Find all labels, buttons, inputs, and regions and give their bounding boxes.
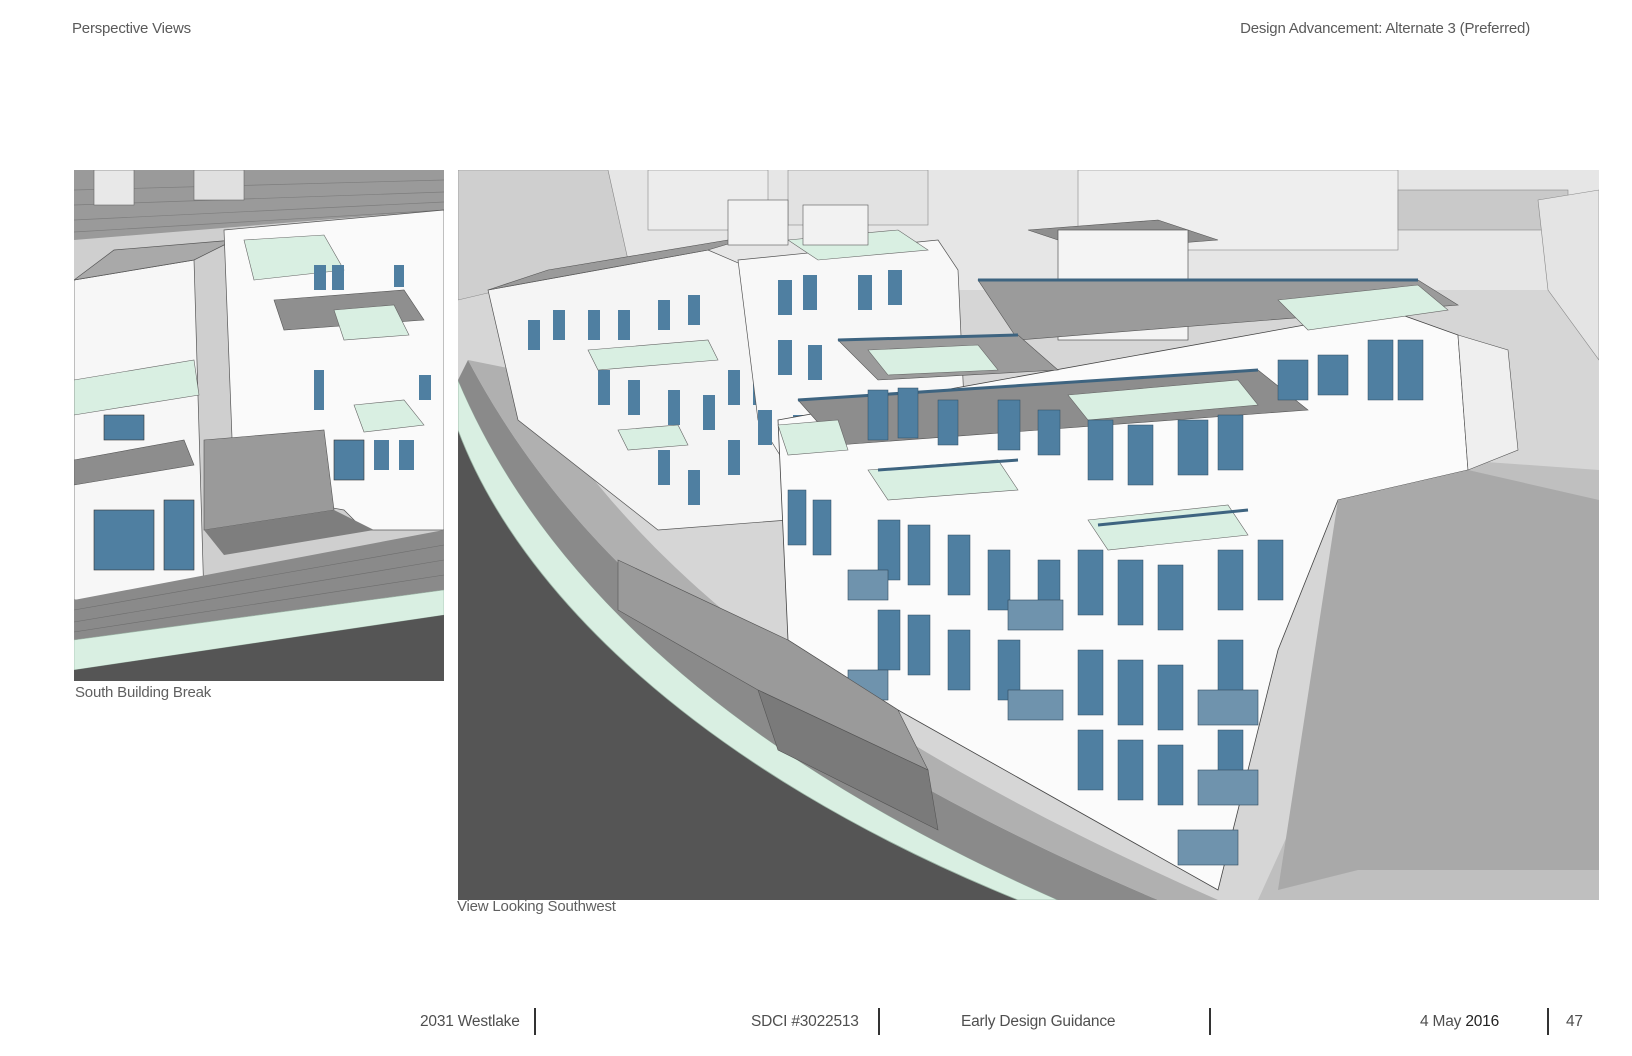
footer-divider [534,1008,536,1035]
section-title: Perspective Views [72,20,191,37]
footer-date: 4 May 2016 [1420,1013,1499,1031]
left-figure-caption: South Building Break [75,684,212,701]
footer-phase: Early Design Guidance [961,1013,1116,1030]
right-figure-caption: View Looking Southwest [457,898,616,915]
south-building-break-rendering [74,170,444,681]
footer-permit: SDCI #3022513 [751,1013,859,1030]
footer-date-day-month: 4 May [1420,1013,1462,1030]
page-number: 47 [1566,1013,1583,1030]
view-looking-southwest-rendering [458,170,1599,900]
footer-date-year: 2016 [1465,1013,1500,1030]
footer-divider [1547,1008,1549,1035]
footer-project: 2031 Westlake [420,1013,520,1030]
footer-divider [878,1008,880,1035]
page-title: Design Advancement: Alternate 3 (Preferr… [1240,20,1530,37]
footer-divider [1209,1008,1211,1035]
